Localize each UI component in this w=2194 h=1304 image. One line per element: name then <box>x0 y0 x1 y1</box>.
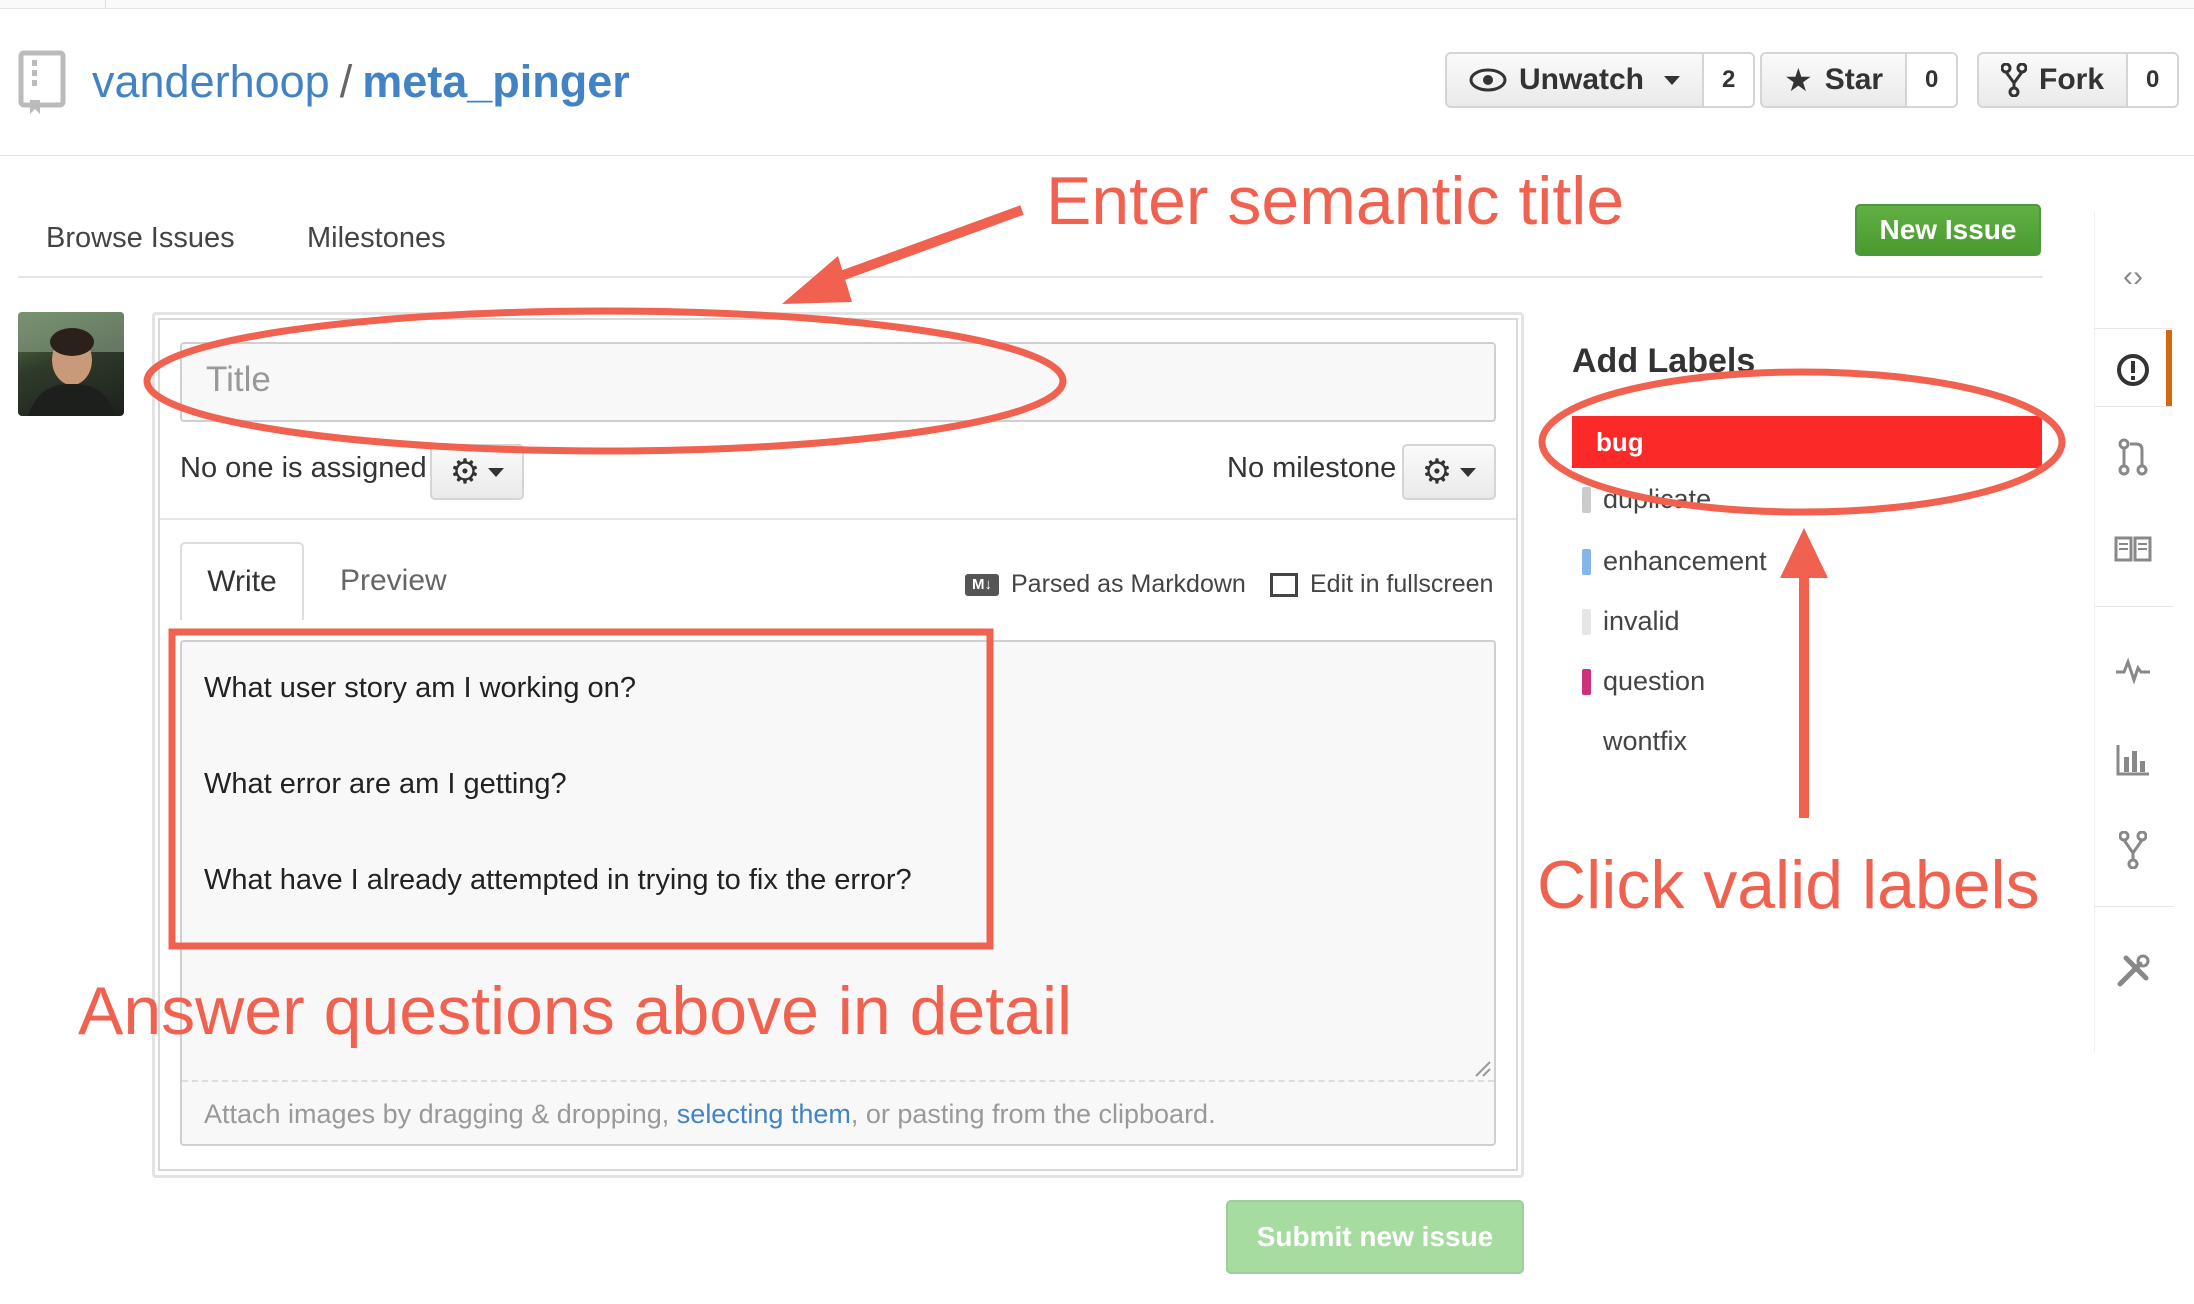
label-name: duplicate <box>1603 484 1712 514</box>
body-annotation: Answer questions above in detail <box>78 973 1073 1049</box>
label-invalid[interactable]: invalid <box>1582 606 1680 637</box>
code-icon[interactable]: ‹› <box>2108 252 2158 302</box>
label-color-swatch <box>1582 486 1591 513</box>
label-color-swatch <box>1582 668 1591 695</box>
label-duplicate[interactable]: duplicate <box>1582 484 1711 515</box>
select-files-link[interactable]: selecting them <box>677 1099 851 1129</box>
settings-tools-icon[interactable] <box>2108 946 2158 996</box>
title-arrow-head <box>782 256 852 304</box>
top-bar-separator <box>105 0 106 8</box>
unwatch-button-group: Unwatch 2 <box>1445 52 1756 108</box>
title-annotation: Enter semantic title <box>1046 163 1625 239</box>
labels-arrow-head <box>1780 528 1828 578</box>
browse-issues-tab[interactable]: Browse Issues <box>46 222 235 255</box>
sidenav-separator <box>2094 606 2174 607</box>
submit-issue-button[interactable]: Submit new issue <box>1226 1200 1524 1274</box>
tab-preview[interactable]: Preview <box>340 564 447 598</box>
label-bug[interactable]: bug <box>1572 416 2042 468</box>
label-color-swatch <box>1582 548 1591 575</box>
header-divider <box>0 155 2194 156</box>
unwatch-label: Unwatch <box>1519 63 1645 96</box>
chevron-down-icon <box>488 467 505 477</box>
label-wontfix[interactable]: wontfix <box>1582 726 1687 757</box>
label-color-swatch <box>1582 608 1591 635</box>
sidenav-separator <box>2094 406 2174 407</box>
repo-separator: / <box>339 56 353 107</box>
fork-label: Fork <box>2039 63 2105 96</box>
issues-icon[interactable] <box>2108 345 2158 395</box>
new-issue-button[interactable]: New Issue <box>1855 204 2041 256</box>
star-button[interactable]: ★ Star <box>1762 54 1908 106</box>
sidenav-separator <box>2094 906 2174 907</box>
graphs-icon[interactable] <box>2108 735 2158 785</box>
body-line: What error are am I getting? <box>204 768 567 800</box>
fork-icon <box>2001 63 2027 97</box>
parsed-markdown-label: Parsed as Markdown <box>1011 570 1246 598</box>
attach-hint: Attach images by dragging & dropping, se… <box>204 1099 1216 1130</box>
labels-heading: Add Labels <box>1572 342 1756 380</box>
gear-icon: ⚙ <box>1421 453 1453 491</box>
milestone-settings-button[interactable]: ⚙ <box>1402 444 1496 500</box>
attach-suffix: , or pasting from the clipboard. <box>850 1099 1216 1129</box>
gear-icon: ⚙ <box>449 453 481 491</box>
label-question[interactable]: question <box>1582 666 1705 697</box>
repo-sidenav <box>2094 212 2175 1052</box>
tab-write[interactable]: Write <box>180 542 304 620</box>
stargazers-count[interactable]: 0 <box>1907 54 1957 106</box>
active-nav-indicator <box>2166 330 2172 406</box>
assignee-settings-button[interactable]: ⚙ <box>430 444 524 500</box>
chevron-down-icon <box>1460 467 1477 477</box>
label-name: enhancement <box>1603 546 1767 576</box>
fork-button[interactable]: Fork <box>1979 54 2129 106</box>
sidenav-separator <box>2094 328 2174 329</box>
title-input[interactable]: Title <box>180 342 1496 422</box>
wiki-icon[interactable] <box>2108 524 2158 574</box>
label-color-swatch <box>1582 728 1591 755</box>
pull-request-icon[interactable] <box>2108 432 2158 482</box>
repo-book-icon <box>18 50 66 116</box>
markdown-help-link[interactable]: M↓ Parsed as Markdown <box>965 570 1246 599</box>
resize-handle-icon[interactable] <box>1474 1060 1492 1078</box>
network-icon[interactable] <box>2108 825 2158 875</box>
pulse-icon[interactable] <box>2108 645 2158 695</box>
subnav-divider <box>18 276 2043 278</box>
star-label: Star <box>1824 63 1884 96</box>
assignee-status: No one is assigned <box>180 452 427 484</box>
forks-count[interactable]: 0 <box>2128 54 2178 106</box>
body-line: What have I already attempted in trying … <box>204 864 912 896</box>
eye-icon <box>1469 68 1507 92</box>
star-button-group: ★ Star 0 <box>1760 52 1959 108</box>
top-bar <box>0 0 2194 9</box>
attach-divider <box>182 1080 1494 1082</box>
fork-button-group: Fork 0 <box>1977 52 2180 108</box>
milestones-tab[interactable]: Milestones <box>307 222 446 255</box>
avatar <box>18 312 124 416</box>
meta-divider <box>160 518 1516 520</box>
fullscreen-link[interactable]: Edit in fullscreen <box>1270 570 1493 599</box>
repo-title: vanderhoop / meta_pinger <box>92 56 630 108</box>
label-name: wontfix <box>1603 726 1688 756</box>
labels-annotation: Click valid labels <box>1537 847 2040 923</box>
star-icon: ★ <box>1784 62 1813 98</box>
repo-owner-link[interactable]: vanderhoop <box>92 56 330 107</box>
label-enhancement[interactable]: enhancement <box>1582 546 1767 577</box>
repo-name-link[interactable]: meta_pinger <box>362 56 630 107</box>
unwatch-button[interactable]: Unwatch <box>1447 54 1705 106</box>
attach-prefix: Attach images by dragging & dropping, <box>204 1099 677 1129</box>
watchers-count[interactable]: 2 <box>1704 54 1754 106</box>
fullscreen-label: Edit in fullscreen <box>1310 570 1494 598</box>
markdown-icon: M↓ <box>965 573 999 596</box>
body-line: What user story am I working on? <box>204 672 636 704</box>
label-name: question <box>1603 666 1706 696</box>
chevron-down-icon <box>1664 75 1681 85</box>
label-name: invalid <box>1603 606 1680 636</box>
fullscreen-icon <box>1270 572 1298 597</box>
milestone-status: No milestone <box>1227 452 1397 484</box>
